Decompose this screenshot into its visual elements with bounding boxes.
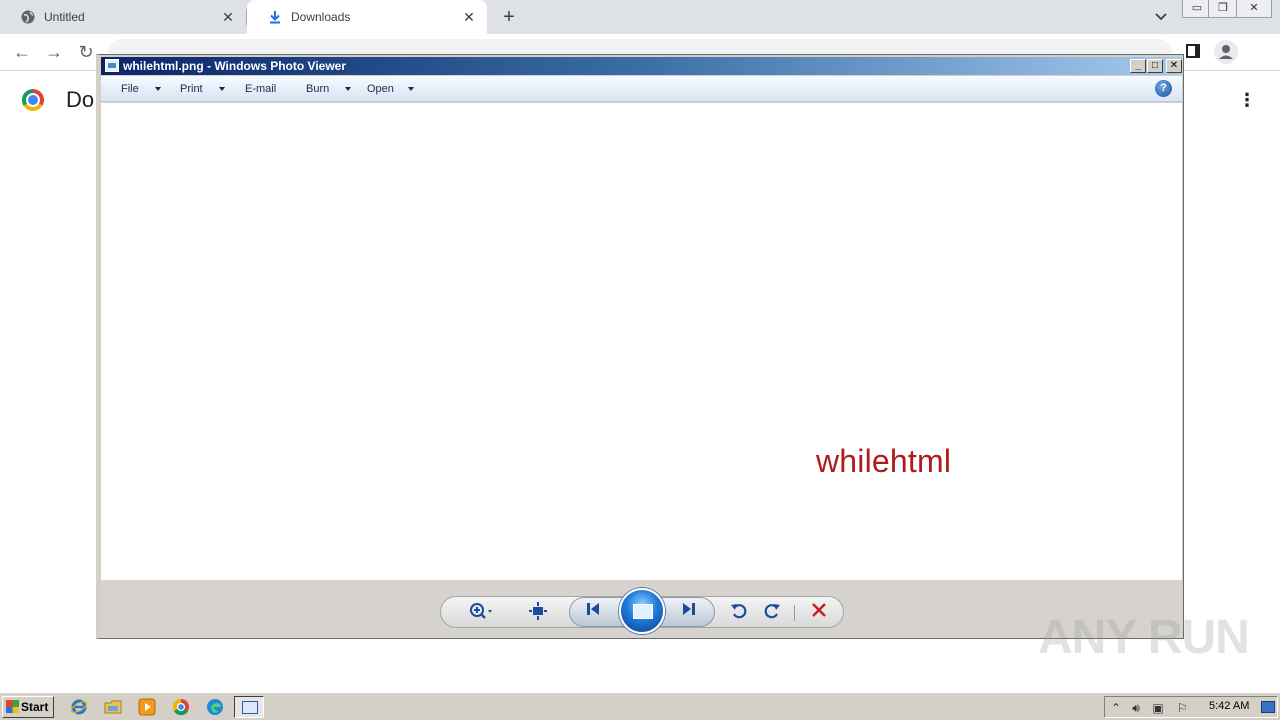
anyrun-watermark: ANY RUN [1038,611,1250,664]
photo-viewer-window: whilehtml.png - Windows Photo Viewer _ □… [96,54,1184,639]
show-desktop-icon[interactable] [1261,701,1275,713]
slideshow-button[interactable] [619,588,665,634]
chrome-logo-icon [22,89,44,111]
minimize-button[interactable]: _ [1130,59,1146,73]
network-icon[interactable]: ▣ [1151,701,1165,715]
dropdown-arrow-icon [219,87,225,91]
menu-label: Print [180,83,203,95]
help-icon[interactable]: ? [1155,80,1172,97]
restore-button[interactable]: ❐ [1208,0,1238,18]
start-label: Start [21,700,49,714]
image-text: whilehtml [816,443,952,479]
close-tab-icon[interactable]: ✕ [461,9,477,25]
chevron-down-icon[interactable] [1152,9,1170,25]
dropdown-arrow-icon [408,87,414,91]
forward-icon[interactable]: → [44,42,64,62]
menu-label: Open [367,83,394,95]
photo-viewer-menubar: File Print E-mail Burn Open ? [101,76,1182,102]
dropdown-arrow-icon [155,87,161,91]
close-button[interactable]: ✕ [1166,59,1182,73]
rotate-ccw-icon[interactable] [728,601,750,623]
tab-label: Untitled [44,10,85,24]
menu-email[interactable]: E-mail [245,76,289,102]
globe-icon [20,9,36,25]
menu-open[interactable]: Open [367,76,417,102]
media-player-icon[interactable] [138,698,156,716]
chrome-icon[interactable] [172,698,190,716]
download-icon [267,9,283,25]
tab-label: Downloads [291,10,351,24]
start-button[interactable]: Start [2,696,54,718]
reload-icon[interactable]: ↻ [76,42,96,62]
system-tray: ⌃ 🔊︎ ▣ ⚐ 5:42 AM [1104,696,1278,718]
photo-viewer-titlebar[interactable]: whilehtml.png - Windows Photo Viewer _ □… [101,57,1182,75]
clock[interactable]: 5:42 AM [1209,700,1249,712]
fit-window-icon[interactable] [527,601,549,623]
maximize-button[interactable]: □ [1147,59,1163,73]
dropdown-arrow-icon [345,87,351,91]
close-window-button[interactable]: ✕ [1236,0,1272,18]
image-canvas: whilehtml [101,103,1182,580]
taskbar: Start ⌃ 🔊︎ ▣ ⚐ 5:42 AM [0,692,1280,720]
menu-burn[interactable]: Burn [306,76,358,102]
zoom-icon[interactable] [468,601,492,623]
rotate-cw-icon[interactable] [761,601,783,623]
new-tab-button[interactable]: + [499,7,519,27]
delete-icon[interactable] [808,601,830,623]
edge-icon[interactable] [206,698,224,716]
more-menu-icon[interactable]: ⋮ [1238,90,1256,110]
menu-label: File [121,83,139,95]
side-panel-icon[interactable] [1186,44,1200,58]
windows-logo-icon [6,700,19,713]
taskbar-photo-viewer-button[interactable] [234,696,264,718]
ie-icon[interactable] [70,698,88,716]
menu-label: E-mail [245,83,277,95]
show-hidden-icons-icon[interactable]: ⌃ [1109,701,1123,715]
menu-label: Burn [306,83,330,95]
browser-tab-strip: Untitled ✕ Downloads ✕ + ▭ ❐ ✕ [0,0,1280,34]
window-title: whilehtml.png - Windows Photo Viewer [123,59,347,73]
tab-untitled[interactable]: Untitled ✕ [0,0,246,34]
control-divider [794,605,795,621]
action-center-flag-icon[interactable]: ⚐ [1175,701,1189,715]
next-icon[interactable] [678,601,700,623]
profile-avatar[interactable] [1214,40,1238,64]
viewer-control-bar [101,580,1182,638]
explorer-icon[interactable] [104,698,122,716]
previous-icon[interactable] [582,601,604,623]
photo-viewer-app-icon [105,59,119,72]
volume-icon[interactable]: 🔊︎ [1129,701,1143,715]
menu-print[interactable]: Print [180,76,232,102]
tab-downloads[interactable]: Downloads ✕ [247,0,487,34]
back-icon[interactable]: ← [12,42,32,62]
page-title: Do [66,87,95,112]
menu-file[interactable]: File [121,76,167,102]
close-tab-icon[interactable]: ✕ [220,9,236,25]
